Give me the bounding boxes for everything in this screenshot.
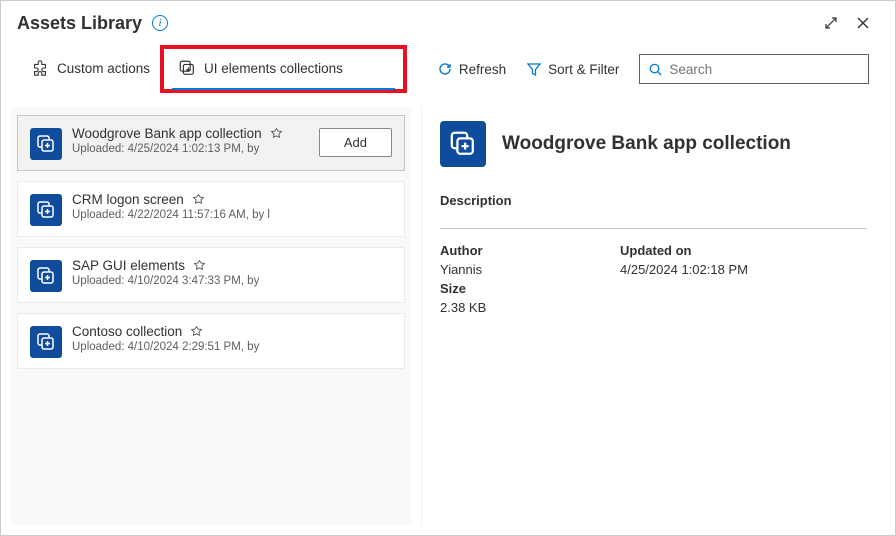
size-value: 2.38 KB (440, 300, 620, 315)
collection-icon (30, 260, 62, 292)
author-value: Yiannis (440, 262, 620, 277)
published-icon (192, 193, 205, 206)
search-input[interactable] (669, 62, 860, 77)
collection-icon (30, 128, 62, 160)
item-meta: Uploaded: 4/25/2024 1:02:13 PM, by (72, 143, 309, 155)
item-name: Contoso collection (72, 324, 182, 339)
size-label: Size (440, 281, 620, 296)
add-button[interactable]: Add (319, 128, 392, 157)
collections-list: Woodgrove Bank app collection Uploaded: … (11, 107, 411, 525)
divider (440, 228, 867, 229)
list-item[interactable]: Contoso collection Uploaded: 4/10/2024 2… (17, 313, 405, 369)
item-meta: Uploaded: 4/10/2024 2:29:51 PM, by (72, 341, 392, 353)
author-label: Author (440, 243, 620, 258)
published-icon (190, 325, 203, 338)
tab-custom-actions[interactable]: Custom actions (17, 49, 164, 89)
close-icon[interactable] (847, 11, 879, 35)
item-name: CRM logon screen (72, 192, 184, 207)
detail-pane: Woodgrove Bank app collection Descriptio… (421, 107, 885, 525)
tab-label: Custom actions (57, 61, 150, 76)
item-name: SAP GUI elements (72, 258, 185, 273)
item-name: Woodgrove Bank app collection (72, 126, 262, 141)
filter-icon (526, 61, 542, 77)
sort-filter-button[interactable]: Sort & Filter (516, 53, 629, 85)
tab-ui-collections[interactable]: UI elements collections (164, 49, 403, 89)
description-label: Description (440, 193, 867, 208)
item-meta: Uploaded: 4/10/2024 3:47:33 PM, by (72, 275, 392, 287)
published-icon (270, 127, 283, 140)
item-meta: Uploaded: 4/22/2024 11:57:16 AM, by l (72, 209, 392, 221)
tab-label: UI elements collections (204, 61, 343, 76)
detail-title: Woodgrove Bank app collection (502, 133, 791, 155)
refresh-label: Refresh (459, 62, 506, 77)
collection-icon (440, 121, 486, 167)
sort-filter-label: Sort & Filter (548, 62, 619, 77)
updated-value: 4/25/2024 1:02:18 PM (620, 262, 867, 277)
info-icon[interactable]: i (152, 15, 168, 31)
window-title: Assets Library (17, 13, 142, 34)
expand-icon[interactable] (815, 11, 847, 35)
search-box[interactable] (639, 54, 869, 84)
refresh-button[interactable]: Refresh (427, 53, 516, 85)
puzzle-icon (31, 59, 49, 77)
list-item[interactable]: Woodgrove Bank app collection Uploaded: … (17, 115, 405, 171)
collection-icon (30, 194, 62, 226)
highlight-box: UI elements collections (160, 45, 407, 93)
updated-label: Updated on (620, 243, 867, 258)
list-item[interactable]: CRM logon screen Uploaded: 4/22/2024 11:… (17, 181, 405, 237)
search-icon (648, 62, 663, 77)
collection-icon (30, 326, 62, 358)
published-icon (193, 259, 206, 272)
collection-icon (178, 59, 196, 77)
refresh-icon (437, 61, 453, 77)
list-item[interactable]: SAP GUI elements Uploaded: 4/10/2024 3:4… (17, 247, 405, 303)
